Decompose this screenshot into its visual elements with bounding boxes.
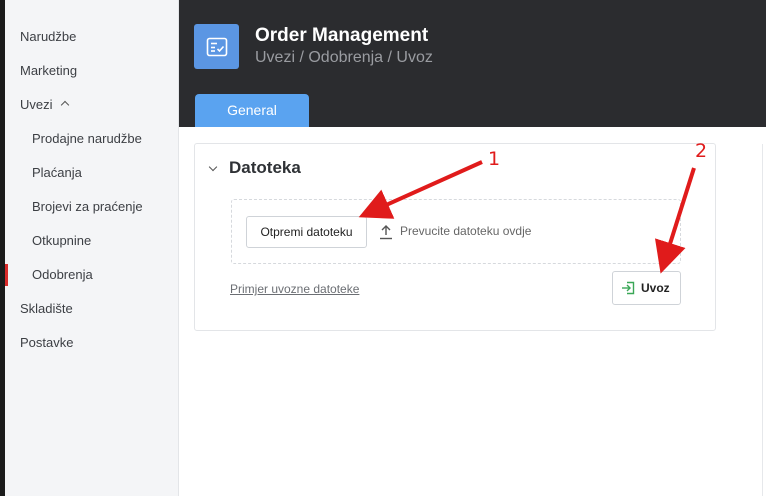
annotation-label-1: 1 — [488, 148, 501, 170]
sample-file-link[interactable]: Primjer uvozne datoteke — [230, 282, 359, 296]
sidebar-item-marketing[interactable]: Marketing — [5, 54, 178, 88]
sidebar-item-label: Brojevi za praćenje — [32, 199, 143, 214]
sidebar-item-label: Odobrenja — [32, 267, 93, 282]
sidebar-item-label: Otkupnine — [32, 233, 92, 248]
sidebar-item-prodajne-narudzbe[interactable]: Prodajne narudžbe — [5, 122, 178, 156]
sidebar-item-label: Uvezi — [20, 97, 53, 112]
upload-icon — [380, 225, 392, 240]
sidebar-item-placanja[interactable]: Plaćanja — [5, 156, 178, 190]
sidebar-item-postavke[interactable]: Postavke — [5, 326, 178, 360]
sidebar-item-label: Plaćanja — [32, 165, 82, 180]
sidebar-item-label: Marketing — [20, 63, 78, 78]
divider — [762, 144, 763, 496]
app-header: Order Management Uvezi / Odobrenja / Uvo… — [179, 0, 766, 127]
chevron-down-icon[interactable] — [208, 162, 218, 172]
sidebar-item-odobrenja[interactable]: Odobrenja — [5, 258, 178, 292]
file-panel: Datoteka Otpremi datoteku Prevucite dato… — [194, 143, 716, 331]
sidebar-item-label: Skladište — [20, 301, 73, 316]
sidebar-item-label: Postavke — [20, 335, 74, 350]
sidebar-item-narudzbe[interactable]: Narudžbe — [5, 20, 178, 54]
sidebar-item-label: Narudžbe — [20, 29, 77, 44]
drop-hint: Prevucite datoteku ovdje — [400, 224, 532, 238]
sidebar-item-otkupnine[interactable]: Otkupnine — [5, 224, 178, 258]
import-button[interactable]: Uvoz — [612, 271, 681, 305]
sidebar-item-brojevi-za-pracenje[interactable]: Brojevi za praćenje — [5, 190, 178, 224]
form-check-icon — [194, 24, 239, 69]
import-icon — [622, 281, 635, 295]
sidebar-item-uvezi[interactable]: Uvezi — [5, 88, 178, 122]
page-title: Order Management — [255, 25, 429, 46]
sidebar: Narudžbe Marketing Uvezi Prodajne narudž… — [5, 0, 179, 496]
sidebar-item-label: Prodajne narudžbe — [32, 131, 142, 146]
panel-title: Datoteka — [229, 158, 301, 177]
chevron-up-icon — [60, 100, 69, 110]
import-button-label: Uvoz — [641, 281, 670, 295]
sidebar-item-skladiste[interactable]: Skladište — [5, 292, 178, 326]
upload-file-button[interactable]: Otpremi datoteku — [246, 216, 367, 248]
file-dropzone[interactable]: Otpremi datoteku Prevucite datoteku ovdj… — [231, 199, 681, 264]
breadcrumb: Uvezi / Odobrenja / Uvoz — [255, 49, 433, 66]
tab-general[interactable]: General — [195, 94, 309, 127]
annotation-label-2: 2 — [695, 140, 708, 162]
